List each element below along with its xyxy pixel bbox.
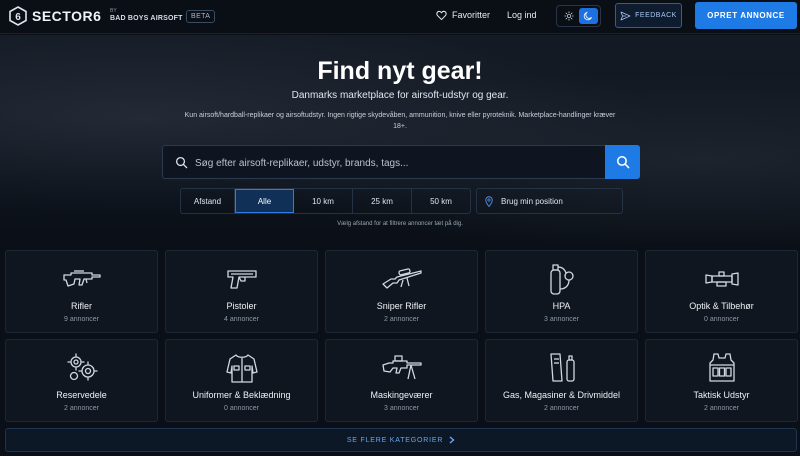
category-label: Taktisk Udstyr bbox=[693, 390, 750, 400]
category-card-rifler[interactable]: Rifler 9 annoncer bbox=[5, 250, 158, 333]
sub-brand-name: BAD BOYS AIRSOFT bbox=[110, 15, 183, 22]
category-card-uniformer[interactable]: Uniformer & Beklædning 0 annoncer bbox=[165, 339, 318, 422]
hpa-tank-icon bbox=[549, 264, 574, 295]
category-label: Gas, Magasiner & Drivmiddel bbox=[502, 390, 621, 400]
scope-icon bbox=[704, 271, 739, 287]
machine-gun-icon bbox=[381, 355, 422, 380]
logo-text: SECTOR6 bbox=[32, 8, 102, 24]
distance-filter: Afstand Alle 10 km 25 km 50 km bbox=[180, 188, 471, 214]
chevron-right-icon bbox=[449, 436, 455, 444]
category-label: HPA bbox=[552, 301, 571, 311]
use-position-button[interactable]: Brug min position bbox=[476, 188, 623, 214]
distance-option-10km[interactable]: 10 km bbox=[294, 189, 353, 213]
category-count: 9 annoncer bbox=[63, 316, 100, 323]
hero-disclaimer: Kun airsoft/hardball-replikaer og airsof… bbox=[184, 112, 616, 130]
svg-text:6: 6 bbox=[15, 12, 21, 23]
moon-icon bbox=[584, 11, 593, 21]
category-count: 3 annoncer bbox=[383, 405, 420, 412]
distance-option-50km[interactable]: 50 km bbox=[412, 189, 470, 213]
category-count: 4 annoncer bbox=[223, 316, 260, 323]
category-count: 0 annoncer bbox=[223, 405, 260, 412]
see-more-categories-button[interactable]: SE FLERE KATEGORIER bbox=[5, 428, 797, 452]
heart-icon bbox=[436, 10, 447, 20]
category-count: 2 annoncer bbox=[383, 316, 420, 323]
category-count: 3 annoncer bbox=[543, 316, 580, 323]
distance-label: Afstand bbox=[181, 189, 235, 213]
category-card-maskingevaerer[interactable]: Maskingeværer 3 annoncer bbox=[325, 339, 478, 422]
favorites-link[interactable]: Favoritter bbox=[436, 10, 490, 20]
dark-theme-button[interactable] bbox=[578, 8, 598, 24]
search-icon bbox=[616, 155, 629, 169]
hero-subtitle: Danmarks marketplace for airsoft-udstyr … bbox=[291, 90, 509, 101]
jacket-icon bbox=[225, 354, 258, 383]
sniper-icon bbox=[381, 268, 422, 289]
category-card-pistoler[interactable]: Pistoler 4 annoncer bbox=[165, 250, 318, 333]
category-label: Optik & Tilbehør bbox=[689, 301, 754, 311]
feedback-button[interactable]: FEEDBACK bbox=[615, 3, 682, 28]
page-title: Find nyt gear! bbox=[317, 57, 483, 85]
category-card-gas-magasiner[interactable]: Gas, Magasiner & Drivmiddel 2 annoncer bbox=[485, 339, 638, 422]
search-icon bbox=[175, 156, 188, 169]
category-card-optik[interactable]: Optik & Tilbehør 0 annoncer bbox=[645, 250, 798, 333]
logo[interactable]: 6 SECTOR6 bbox=[8, 6, 101, 26]
send-icon bbox=[620, 11, 631, 20]
use-position-label: Brug min position bbox=[501, 196, 563, 206]
top-bar: 6 SECTOR6 BY BAD BOYS AIRSOFT BETA Favor… bbox=[0, 0, 800, 34]
search-button[interactable] bbox=[605, 145, 640, 179]
beta-badge: BETA bbox=[186, 10, 216, 23]
search-bar bbox=[162, 145, 640, 179]
hexagon-logo-icon: 6 bbox=[9, 6, 27, 26]
location-pin-icon bbox=[485, 195, 493, 207]
category-card-hpa[interactable]: HPA 3 annoncer bbox=[485, 250, 638, 333]
gears-icon bbox=[66, 353, 98, 381]
magazine-icon bbox=[549, 353, 575, 382]
login-link[interactable]: Log ind bbox=[507, 10, 537, 20]
category-label: Pistoler bbox=[226, 301, 257, 311]
see-more-label: SE FLERE KATEGORIER bbox=[346, 436, 444, 444]
sun-icon bbox=[564, 11, 574, 21]
theme-toggle[interactable] bbox=[556, 5, 601, 27]
category-card-taktisk-udstyr[interactable]: Taktisk Udstyr 2 annoncer bbox=[645, 339, 798, 422]
category-label: Rifler bbox=[70, 301, 92, 311]
distance-hint: Vælg afstand for at filtrere annoncer tæ… bbox=[337, 221, 463, 227]
category-label: Reservedele bbox=[56, 390, 107, 400]
category-count: 0 annoncer bbox=[703, 316, 740, 323]
rifle-icon bbox=[62, 270, 101, 287]
category-count: 2 annoncer bbox=[703, 405, 740, 412]
favorites-label: Favoritter bbox=[452, 10, 491, 20]
category-count: 2 annoncer bbox=[543, 405, 580, 412]
pistol-icon bbox=[226, 270, 257, 289]
light-theme-button[interactable] bbox=[559, 8, 579, 24]
distance-option-25km[interactable]: 25 km bbox=[353, 189, 412, 213]
hero-section: Find nyt gear! Danmarks marketplace for … bbox=[0, 35, 800, 243]
category-label: Sniper Rifler bbox=[376, 301, 427, 311]
category-count: 2 annoncer bbox=[63, 405, 100, 412]
feedback-label: FEEDBACK bbox=[635, 12, 677, 19]
vest-icon bbox=[708, 353, 735, 382]
category-label: Uniformer & Beklædning bbox=[192, 390, 291, 400]
category-card-reservedele[interactable]: Reservedele 2 annoncer bbox=[5, 339, 158, 422]
category-label: Maskingeværer bbox=[370, 390, 433, 400]
create-listing-button[interactable]: OPRET ANNONCE bbox=[695, 2, 797, 29]
distance-option-all[interactable]: Alle bbox=[235, 189, 294, 213]
sub-brand: BY BAD BOYS AIRSOFT bbox=[110, 8, 183, 23]
category-card-sniper-rifler[interactable]: Sniper Rifler 2 annoncer bbox=[325, 250, 478, 333]
search-input[interactable] bbox=[195, 154, 595, 172]
